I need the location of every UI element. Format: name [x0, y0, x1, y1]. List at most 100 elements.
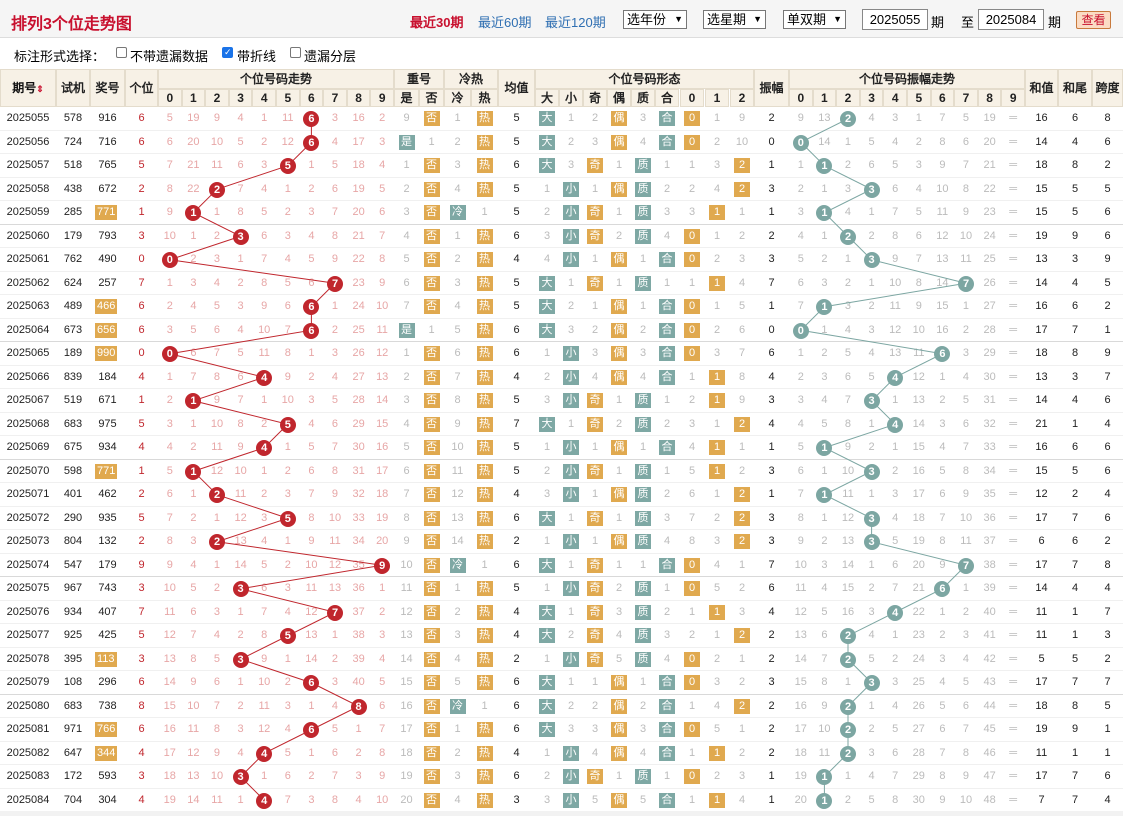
range-30-link[interactable]: 最近30期 — [410, 12, 463, 31]
unit-ball: 4 — [256, 745, 273, 762]
form-omission-cell: 3 — [591, 135, 599, 148]
form-box: 奇 — [587, 604, 603, 620]
form-omission-cell: 2 — [639, 323, 647, 336]
form-omission-cell: 2 — [738, 464, 746, 477]
form-omission-cell: 1 — [591, 488, 599, 500]
week-select-value: 选星期 — [707, 12, 747, 27]
amp-omission-cell: 4 — [797, 417, 804, 430]
unit-cell: 3 — [138, 652, 145, 665]
form-box: 0 — [684, 581, 700, 596]
form-omission-cell: 3 — [543, 488, 551, 500]
trend-omission-cell: 7 — [166, 511, 173, 524]
amp-omission-cell: 1 — [868, 558, 875, 571]
repeat-no-box: 否 — [423, 534, 440, 549]
amp-omission-cell: ═ — [1009, 182, 1018, 195]
span-cell: 6 — [1104, 394, 1111, 406]
trial-cell: 934 — [63, 605, 83, 618]
amp-omission-cell: 1 — [868, 699, 875, 712]
query-button[interactable]: 查看 — [1076, 11, 1111, 29]
range-60-link[interactable]: 最近60期 — [478, 12, 531, 31]
sum-cell: 14 — [1035, 582, 1048, 594]
amp-omission-cell: 2 — [821, 347, 828, 359]
col-issue-header[interactable]: 期号⇕ — [0, 69, 56, 107]
amp-cell: 3 — [768, 464, 775, 477]
no-omission-checkbox[interactable] — [116, 47, 127, 58]
trend-omission-cell: 13 — [234, 535, 247, 547]
form-omission-cell: 3 — [591, 723, 599, 735]
trend-omission-cell: 1 — [261, 394, 268, 406]
amp-omission-cell: 2 — [868, 723, 875, 735]
amp-omission-cell: 4 — [892, 699, 899, 712]
span-cell: 6 — [1104, 770, 1111, 782]
form-box: 合 — [659, 722, 675, 737]
parity-select[interactable]: 单双期 ▼ — [783, 10, 846, 29]
amp-ball: 0 — [792, 134, 809, 151]
trend-omission-cell: 10 — [163, 229, 176, 242]
polyline-checkbox[interactable] — [222, 47, 233, 58]
issue-cell: 2025079 — [6, 676, 50, 688]
amp-omission-cell: 4 — [844, 206, 852, 218]
week-select[interactable]: 选星期 ▼ — [703, 10, 766, 29]
col-unit-header: 个位 — [125, 69, 158, 107]
amp-omission-cell: ═ — [1009, 652, 1018, 665]
amp-omission-cell: 7 — [821, 652, 828, 665]
amp-omission-cell: 19 — [912, 535, 925, 547]
trend-omission-cell: 9 — [379, 276, 386, 289]
repeat-no-box: 否 — [423, 675, 440, 690]
sort-icon: ⇕ — [36, 84, 44, 94]
sum-cell: 17 — [1035, 676, 1048, 688]
hot-box: 热 — [476, 416, 493, 432]
year-select[interactable]: 选年份 ▼ — [623, 10, 687, 29]
tail-cell: 5 — [1071, 652, 1079, 665]
trend-omission-cell: 3 — [379, 135, 386, 148]
sum-cell: 11 — [1035, 605, 1048, 618]
scrollbar-track[interactable] — [0, 811, 1123, 816]
amp-omission-cell: ═ — [1009, 676, 1018, 688]
amp-ball: 1 — [816, 769, 833, 785]
form-omission-cell: 1 — [543, 652, 551, 665]
form-omission-cell: 1 — [713, 488, 721, 500]
sum-cell: 15 — [1035, 464, 1048, 477]
amp-omission-cell: 1 — [797, 159, 804, 171]
amp-ball: 2 — [840, 698, 856, 715]
from-issue-input[interactable]: 2025055 — [862, 9, 928, 30]
issue-cell: 2025061 — [6, 253, 50, 265]
hotcold-group-header: 冷热 — [444, 69, 498, 89]
trend-omission-cell: 1 — [213, 558, 221, 571]
to-issue-input[interactable]: 2025084 — [978, 9, 1044, 30]
form-omission-cell: 1 — [738, 441, 746, 453]
form-box: 小 — [563, 487, 579, 502]
trend-omission-cell: 5 — [166, 112, 173, 124]
trend-omission-cell: 1 — [284, 441, 291, 453]
span-cell: 6 — [1104, 511, 1111, 524]
trend-omission-cell: 2 — [237, 276, 244, 289]
amp-omission-cell: 8 — [844, 417, 852, 430]
hot-box: 热 — [476, 111, 493, 126]
amp-omission-cell: ═ — [1009, 770, 1018, 782]
amp-omission-cell: 6 — [939, 488, 946, 500]
repeat-omission-cell: 17 — [400, 723, 413, 735]
issue-cell: 2025076 — [6, 605, 50, 618]
repeat-no-header: 否 — [419, 89, 444, 107]
trend-omission-cell: 9 — [331, 488, 339, 500]
col-prize-header: 奖号 — [90, 69, 125, 107]
trend-omission-cell: 8 — [308, 511, 315, 524]
trend-omission-cell: 6 — [284, 300, 291, 312]
avg-cell: 2 — [513, 535, 520, 547]
trend-omission-cell: 15 — [376, 417, 389, 430]
trend-omission-cell: 11 — [305, 582, 318, 594]
avg-cell: 5 — [513, 582, 520, 594]
prize-cell: 916 — [98, 112, 117, 124]
repeat-omission-cell: 13 — [400, 629, 413, 641]
omission-layer-checkbox[interactable] — [290, 47, 301, 58]
amp-omission-cell: 11 — [936, 206, 949, 218]
amp-omission-cell: 7 — [962, 723, 970, 735]
unit-cell: 2 — [138, 535, 145, 547]
form-omission-cell: 1 — [615, 159, 623, 171]
form-omission-cell: 2 — [688, 629, 696, 641]
trend-digit-header-5: 5 — [276, 89, 300, 107]
range-120-link[interactable]: 最近120期 — [545, 12, 606, 31]
form-box: 偶 — [611, 299, 627, 314]
trend-omission-cell: 30 — [352, 441, 365, 453]
form-omission-cell: 1 — [639, 300, 647, 312]
